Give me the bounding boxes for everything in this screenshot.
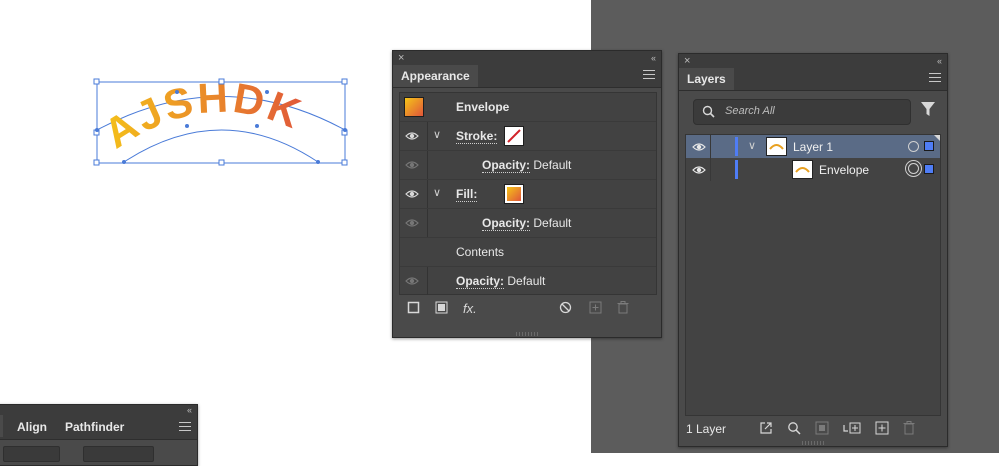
tab-layers[interactable]: Layers <box>679 68 734 90</box>
panel-menu-icon[interactable] <box>643 70 655 80</box>
none-slash-icon <box>507 129 521 143</box>
target-icon[interactable] <box>908 141 919 152</box>
new-sublayer-icon[interactable] <box>843 421 861 438</box>
collapse-icon[interactable]: ‹‹ <box>651 51 656 65</box>
clipping-mask-icon[interactable] <box>815 421 829 438</box>
target-appearance-icon[interactable] <box>908 163 919 174</box>
object-thumbnail-icon <box>404 97 424 117</box>
appearance-list: Envelope ∨ Stroke: Opacity: Default ∨ Fi… <box>399 92 657 295</box>
appearance-tabbar: Appearance <box>393 65 661 88</box>
appearance-row-fill-opacity[interactable]: Opacity: Default <box>400 209 656 238</box>
layer-name[interactable]: Layer 1 <box>793 140 833 154</box>
close-icon[interactable]: × <box>684 54 690 68</box>
envelope-artwork[interactable]: AJSHDK <box>92 78 352 168</box>
collapse-icon[interactable]: ‹‹ <box>937 54 942 68</box>
layer-color-bar <box>735 137 738 156</box>
object-name: Envelope <box>456 100 510 114</box>
corner-marker-icon <box>934 135 940 141</box>
opacity-value: Default <box>533 216 572 230</box>
new-layer-icon[interactable] <box>875 421 889 438</box>
eye-icon[interactable] <box>405 275 419 287</box>
appearance-toolbar: fx. <box>399 297 655 323</box>
fx-icon[interactable]: fx. <box>463 301 477 316</box>
search-icon <box>702 105 715 118</box>
layers-list: ∨ Layer 1 Envelope <box>685 134 941 416</box>
align-titlebar: ‹‹ <box>0 405 197 415</box>
chevron-down-icon[interactable]: ∨ <box>433 128 441 141</box>
align-tabbar: Align Pathfinder <box>0 415 197 440</box>
duplicate-item-icon[interactable] <box>589 301 602 317</box>
fill-label[interactable]: Fill: <box>456 187 478 202</box>
layer-thumbnail-icon <box>766 137 787 156</box>
appearance-row-object-opacity[interactable]: Opacity: Default <box>400 267 656 295</box>
add-new-fill-icon[interactable] <box>435 301 448 317</box>
y-field[interactable] <box>83 446 154 462</box>
eye-icon[interactable] <box>405 188 419 200</box>
eye-icon[interactable] <box>692 164 706 176</box>
layers-titlebar: × ‹‹ <box>679 54 947 68</box>
eye-icon[interactable] <box>692 141 706 153</box>
tab-pathfinder[interactable]: Pathfinder <box>57 415 132 437</box>
trash-icon[interactable] <box>617 301 629 317</box>
layers-tabbar: Layers <box>679 68 947 91</box>
resize-grip[interactable] <box>516 332 538 336</box>
trash-icon[interactable] <box>903 421 915 438</box>
opacity-value: Default <box>533 158 572 172</box>
envelope-text: AJSHDK <box>96 78 310 157</box>
layers-panel: × ‹‹ Layers Search All ∨ Layer 1 Envelop… <box>678 53 948 447</box>
tab-align[interactable]: Align <box>9 415 55 437</box>
appearance-row-stroke-opacity[interactable]: Opacity: Default <box>400 151 656 180</box>
locate-object-icon[interactable] <box>787 421 801 438</box>
resize-grip[interactable] <box>802 441 824 445</box>
chevron-down-icon[interactable]: ∨ <box>433 186 441 199</box>
stroke-label[interactable]: Stroke: <box>456 129 498 144</box>
layers-footer: 1 Layer <box>679 419 947 443</box>
stroke-none-swatch[interactable] <box>504 126 524 146</box>
layer-count: 1 Layer <box>686 422 727 436</box>
eye-icon[interactable] <box>405 159 419 171</box>
fill-gradient-swatch[interactable] <box>504 184 524 204</box>
x-field[interactable] <box>3 446 60 462</box>
appearance-row-stroke[interactable]: ∨ Stroke: <box>400 122 656 151</box>
layers-search-input[interactable]: Search All <box>693 99 911 125</box>
selection-indicator-icon[interactable] <box>924 141 934 151</box>
opacity-link[interactable]: Opacity: <box>456 274 505 289</box>
opacity-value: Default <box>507 274 546 288</box>
appearance-row-fill[interactable]: ∨ Fill: <box>400 180 656 209</box>
close-icon[interactable]: × <box>398 51 404 65</box>
add-new-stroke-icon[interactable] <box>407 301 420 317</box>
search-placeholder: Search All <box>725 105 775 117</box>
layer-color-bar <box>735 160 738 179</box>
appearance-titlebar: × ‹‹ <box>393 51 661 65</box>
panel-menu-icon[interactable] <box>929 73 941 83</box>
appearance-row-contents[interactable]: Contents <box>400 238 656 267</box>
appearance-panel: × ‹‹ Appearance Envelope ∨ Stroke: Opaci… <box>392 50 662 338</box>
eye-icon[interactable] <box>405 130 419 142</box>
layer-row-envelope[interactable]: Envelope <box>686 158 940 181</box>
chevron-down-icon[interactable]: ∨ <box>748 139 756 152</box>
appearance-object-row[interactable]: Envelope <box>400 93 656 122</box>
opacity-link[interactable]: Opacity: <box>482 158 531 173</box>
tab-appearance[interactable]: Appearance <box>393 65 478 87</box>
filter-icon[interactable] <box>921 102 935 116</box>
layer-row-layer-1[interactable]: ∨ Layer 1 <box>686 135 940 158</box>
envelope-thumbnail-icon <box>792 160 813 179</box>
eye-icon[interactable] <box>405 217 419 229</box>
panel-menu-icon[interactable] <box>179 422 191 432</box>
export-icon[interactable] <box>759 421 773 438</box>
layer-name[interactable]: Envelope <box>819 163 869 177</box>
clear-appearance-icon[interactable] <box>559 301 572 317</box>
contents-label: Contents <box>456 245 505 259</box>
align-panel: ‹‹ Align Pathfinder <box>0 404 198 466</box>
selection-indicator-icon[interactable] <box>924 164 934 174</box>
tab-transform[interactable] <box>0 415 3 437</box>
collapse-icon[interactable]: ‹‹ <box>187 405 192 415</box>
opacity-link[interactable]: Opacity: <box>482 216 531 231</box>
